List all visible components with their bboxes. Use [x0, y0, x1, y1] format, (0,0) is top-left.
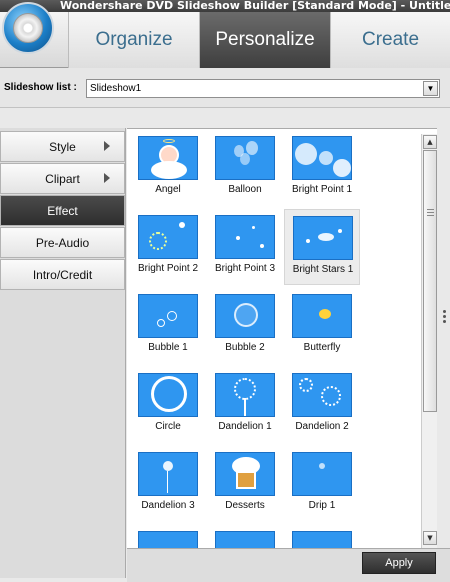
- nav-pre-audio[interactable]: Pre-Audio: [0, 227, 125, 258]
- effect-item[interactable]: Dandelion 1: [207, 367, 283, 443]
- scroll-up-icon[interactable]: ▲: [423, 135, 437, 149]
- effect-item-partial[interactable]: [130, 525, 206, 548]
- scrollbar-thumb[interactable]: [423, 150, 437, 412]
- nav-intro-credit[interactable]: Intro/Credit: [0, 259, 125, 290]
- effect-thumb-icon: [138, 531, 198, 548]
- angel-thumb-icon: [138, 136, 198, 180]
- panel-resize-handle[interactable]: [443, 308, 449, 338]
- slideshow-list-label: Slideshow list :: [4, 82, 77, 93]
- bright-point-thumb-icon: [215, 215, 275, 259]
- effect-item[interactable]: Bright Stars 1: [284, 209, 360, 285]
- slideshow-list-value: Slideshow1: [90, 83, 142, 94]
- effect-item[interactable]: Bright Point 3: [207, 209, 283, 285]
- effect-item[interactable]: Bright Point 2: [130, 209, 206, 285]
- bright-point-thumb-icon: [292, 136, 352, 180]
- effect-item[interactable]: Dandelion 3: [130, 446, 206, 522]
- balloon-thumb-icon: [215, 136, 275, 180]
- effect-item[interactable]: Bright Point 1: [284, 130, 360, 206]
- nav-clipart-label: Clipart: [45, 171, 80, 186]
- butterfly-thumb-icon: [292, 294, 352, 338]
- nav-effect[interactable]: Effect: [0, 195, 125, 226]
- effect-thumb-icon: [215, 531, 275, 548]
- circle-thumb-icon: [138, 373, 198, 417]
- apply-button[interactable]: Apply: [362, 552, 436, 574]
- nav-intro-credit-label: Intro/Credit: [32, 267, 93, 282]
- chevron-right-icon: [104, 141, 110, 151]
- effect-item[interactable]: Angel: [130, 130, 206, 206]
- bright-point-thumb-icon: [138, 215, 198, 259]
- bright-stars-thumb-icon: [293, 216, 353, 260]
- bubble-thumb-icon: [215, 294, 275, 338]
- tab-personalize[interactable]: Personalize: [199, 12, 330, 68]
- effect-item-partial[interactable]: [207, 525, 283, 548]
- effect-thumb-icon: [292, 531, 352, 548]
- effect-item[interactable]: Circle: [130, 367, 206, 443]
- drip-thumb-icon: [292, 452, 352, 496]
- effect-item[interactable]: Desserts: [207, 446, 283, 522]
- nav-pre-audio-label: Pre-Audio: [35, 235, 90, 250]
- effects-scrollbar[interactable]: ▲ ▼: [421, 134, 437, 548]
- title-bar: Wondershare DVD Slideshow Builder [Stand…: [0, 0, 450, 12]
- effect-item[interactable]: Drip 1: [284, 446, 360, 522]
- bubble-thumb-icon: [138, 294, 198, 338]
- slideshow-list-select[interactable]: Slideshow1 ▼: [86, 79, 440, 98]
- tab-create[interactable]: Create: [330, 12, 450, 68]
- effect-item[interactable]: Bubble 1: [130, 288, 206, 364]
- effect-item[interactable]: Bubble 2: [207, 288, 283, 364]
- nav-style[interactable]: Style: [0, 131, 125, 162]
- effects-grid: Angel Balloon Bright Point 1 Bright Poin…: [127, 128, 437, 548]
- scroll-down-icon[interactable]: ▼: [423, 531, 437, 545]
- app-logo-icon: [2, 2, 54, 54]
- nav-clipart[interactable]: Clipart: [0, 163, 125, 194]
- tab-organize[interactable]: Organize: [68, 12, 199, 68]
- effect-item[interactable]: Balloon: [207, 130, 283, 206]
- dandelion-thumb-icon: [215, 373, 275, 417]
- nav-style-label: Style: [49, 139, 76, 154]
- dandelion-thumb-icon: [292, 373, 352, 417]
- dandelion-thumb-icon: [138, 452, 198, 496]
- nav-effect-label: Effect: [47, 203, 78, 218]
- cupcake-thumb-icon: [215, 452, 275, 496]
- effect-item[interactable]: Dandelion 2: [284, 367, 360, 443]
- chevron-down-icon[interactable]: ▼: [423, 81, 438, 96]
- chevron-right-icon: [104, 173, 110, 183]
- effect-item[interactable]: Butterfly: [284, 288, 360, 364]
- effect-item-partial[interactable]: [284, 525, 360, 548]
